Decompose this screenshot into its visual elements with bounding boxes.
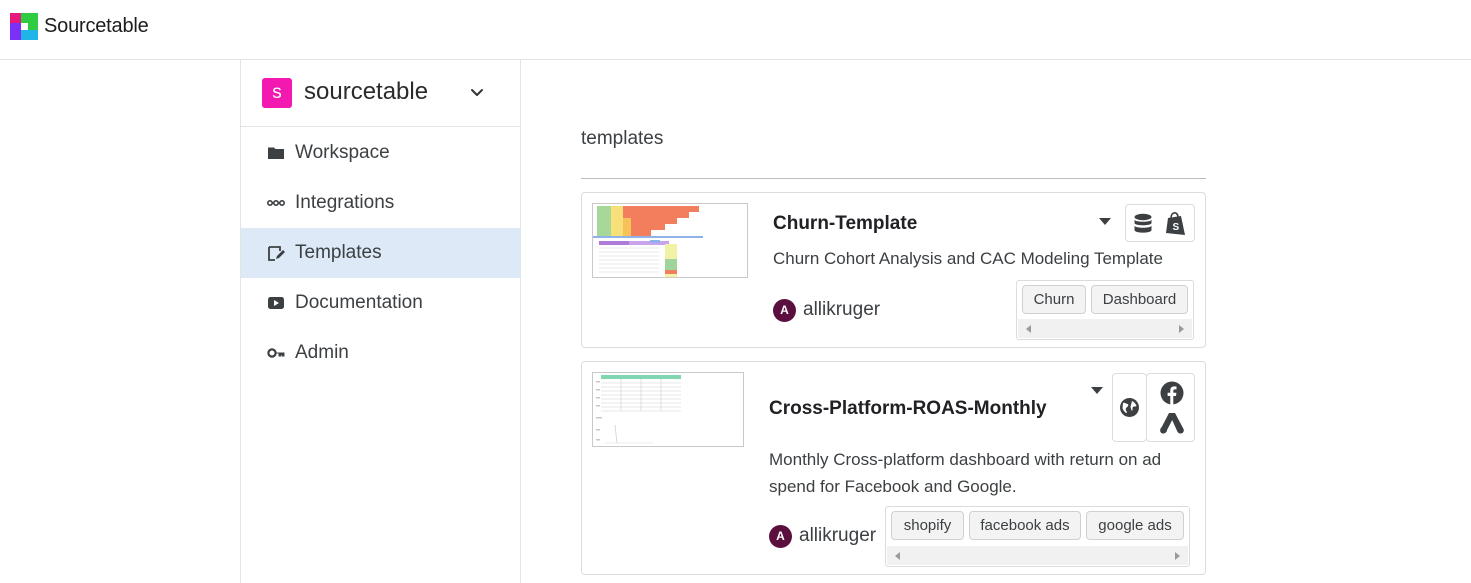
avatar: A xyxy=(773,299,796,322)
tag-chip[interactable]: Dashboard xyxy=(1091,285,1188,314)
scroll-left-icon[interactable] xyxy=(895,552,900,560)
workspace-name: sourcetable xyxy=(304,78,429,105)
template-card-cross-platform-roas[interactable]: Cross-Platform-ROAS-Monthly Monthly Cros… xyxy=(581,361,1206,575)
template-thumbnail xyxy=(592,203,748,278)
sidebar-item-workspace[interactable]: Workspace xyxy=(241,128,521,178)
caret-down-icon[interactable] xyxy=(1091,387,1103,394)
sidebar-item-label: Documentation xyxy=(295,292,423,313)
shopify-icon: S xyxy=(1166,212,1185,235)
author-name: allikruger xyxy=(803,299,881,320)
template-card-churn[interactable]: Churn-Template S Churn Cohort Analysis a… xyxy=(581,192,1206,348)
horizontal-scrollbar[interactable] xyxy=(1018,319,1192,338)
tag-chip[interactable]: google ads xyxy=(1086,511,1184,540)
author-name: allikruger xyxy=(799,525,877,546)
template-title[interactable]: Churn-Template xyxy=(773,213,917,235)
spreadsheet-preview-image xyxy=(593,204,747,277)
data-source-box xyxy=(1112,373,1147,442)
data-sources: S xyxy=(1125,204,1195,242)
workspace-badge: s xyxy=(262,78,292,108)
page-title: templates xyxy=(581,128,664,149)
template-author[interactable]: A allikruger xyxy=(773,299,913,323)
divider xyxy=(581,178,1206,179)
tag-list: shopify facebook ads google ads xyxy=(885,506,1190,567)
sidebar-item-label: Integrations xyxy=(295,192,395,213)
google-ads-icon xyxy=(1160,413,1184,434)
top-bar: Sourcetable xyxy=(0,0,1471,60)
tag-chip[interactable]: shopify xyxy=(891,511,964,540)
sidebar-item-documentation[interactable]: Documentation xyxy=(241,278,521,328)
sidebar-item-label: Workspace xyxy=(295,142,390,163)
sidebar-item-templates[interactable]: Templates xyxy=(241,228,521,278)
template-thumbnail xyxy=(592,372,744,447)
chevron-down-icon[interactable] xyxy=(469,84,485,100)
facebook-icon xyxy=(1160,381,1184,405)
sidebar: s sourcetable Workspace Integrations Tem… xyxy=(240,60,521,583)
tag-chip[interactable]: Churn xyxy=(1022,285,1086,314)
app-name[interactable]: Sourcetable xyxy=(44,15,149,38)
globe-icon xyxy=(1120,398,1139,417)
template-icon xyxy=(268,246,285,261)
scroll-left-icon[interactable] xyxy=(1026,325,1031,333)
scroll-right-icon[interactable] xyxy=(1175,552,1180,560)
template-description: Churn Cohort Analysis and CAC Modeling T… xyxy=(773,249,1163,268)
sidebar-item-label: Admin xyxy=(295,342,349,363)
sidebar-item-integrations[interactable]: Integrations xyxy=(241,178,521,228)
template-author[interactable]: A allikruger xyxy=(769,525,889,549)
horizontal-scrollbar[interactable] xyxy=(887,546,1188,565)
database-icon xyxy=(1134,213,1152,233)
sidebar-item-admin[interactable]: Admin xyxy=(241,328,521,378)
data-source-box xyxy=(1146,373,1195,442)
template-description: Monthly Cross-platform dashboard with re… xyxy=(769,450,1162,496)
avatar: A xyxy=(769,525,792,548)
caret-down-icon[interactable] xyxy=(1099,218,1111,225)
workspace-switcher[interactable]: s sourcetable xyxy=(241,60,521,127)
template-title[interactable]: Cross-Platform-ROAS-Monthly xyxy=(769,398,1047,420)
key-icon xyxy=(267,348,285,358)
tag-list: Churn Dashboard xyxy=(1016,280,1194,340)
sidebar-item-label: Templates xyxy=(295,242,382,263)
svg-text:S: S xyxy=(1173,222,1180,233)
integrations-icon xyxy=(267,200,285,207)
folder-icon xyxy=(268,147,284,159)
tag-chip[interactable]: facebook ads xyxy=(969,511,1081,540)
video-icon xyxy=(268,297,284,309)
sourcetable-logo-icon[interactable] xyxy=(10,13,38,40)
scroll-right-icon[interactable] xyxy=(1179,325,1184,333)
spreadsheet-preview-image xyxy=(593,373,743,446)
